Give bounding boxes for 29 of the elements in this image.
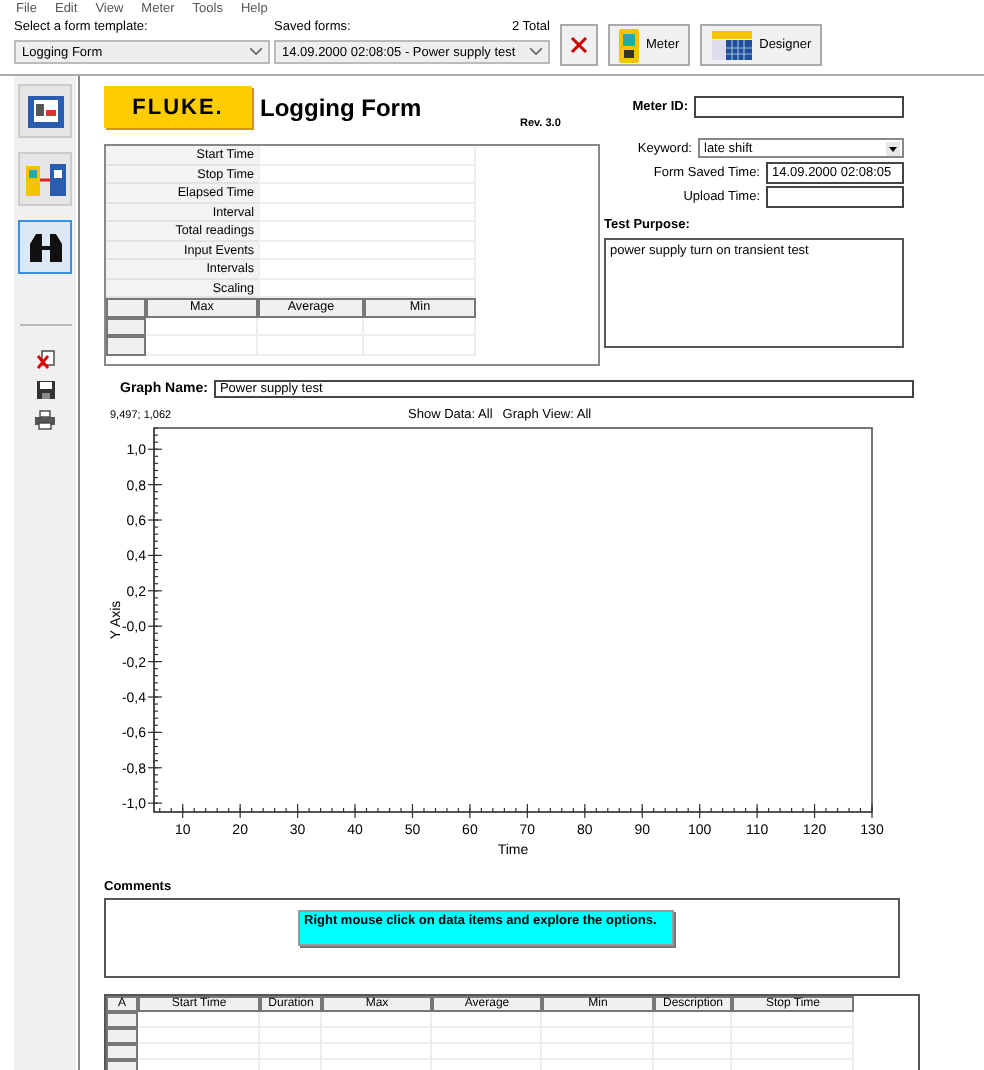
caret-icon [530, 48, 542, 56]
sidebar-tool-button[interactable] [18, 220, 72, 274]
sidebar-action-button[interactable] [33, 376, 57, 400]
upload-time-field[interactable] [766, 185, 904, 207]
corner-cell [106, 298, 146, 317]
form-title: Logging Form [260, 94, 424, 122]
sidebar-action-button[interactable] [33, 346, 57, 370]
row-header[interactable] [106, 336, 146, 355]
dropdown-arrow-icon [886, 141, 900, 155]
printer-icon [34, 410, 56, 430]
designer-icon [709, 29, 754, 61]
sidebar-tool-button[interactable] [18, 84, 72, 138]
meter-id-field[interactable] [694, 95, 904, 117]
caret-icon [250, 48, 262, 56]
meter-transfer-icon [23, 159, 67, 199]
table-cell [146, 336, 258, 355]
close-icon [570, 36, 588, 54]
meter-icon [618, 27, 640, 63]
table-cell [146, 317, 258, 336]
delete-document-icon [35, 350, 55, 370]
delete-button[interactable] [560, 24, 598, 66]
binoculars-icon [25, 231, 65, 263]
save-icon [35, 380, 55, 400]
table-cell [364, 317, 476, 336]
sidebar-tool-button[interactable] [18, 152, 72, 206]
form-icon [25, 93, 65, 129]
table-cell [258, 317, 364, 336]
sidebar-action-button[interactable] [33, 406, 57, 430]
brand-logo: FLUKE. [104, 86, 252, 128]
